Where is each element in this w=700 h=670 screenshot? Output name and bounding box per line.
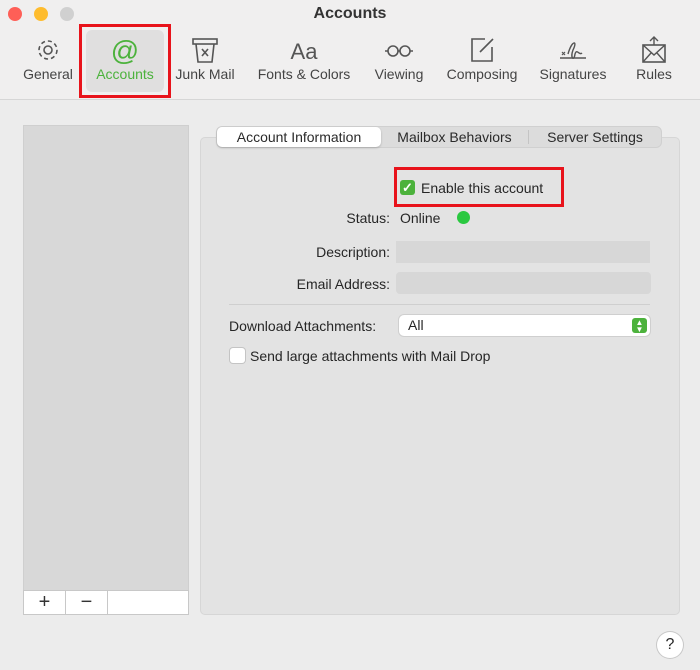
- status-online-icon: [457, 211, 470, 224]
- description-field[interactable]: [396, 241, 650, 263]
- download-attachments-label: Download Attachments:: [229, 318, 377, 334]
- tab-account-information[interactable]: Account Information: [217, 127, 381, 147]
- window-title: Accounts: [313, 5, 387, 22]
- junk-bin-icon: [192, 38, 218, 63]
- toolbar-rules[interactable]: Rules: [626, 30, 682, 92]
- status-value: Online: [400, 210, 441, 226]
- toolbar-junk-mail[interactable]: Junk Mail: [170, 30, 240, 92]
- chevron-updown-icon: ▲ ▼: [632, 318, 647, 334]
- email-label: Email Address:: [296, 276, 390, 292]
- tab-server-settings[interactable]: Server Settings: [529, 127, 661, 147]
- toolbar-signatures[interactable]: Signatures: [532, 30, 614, 92]
- glasses-icon: [385, 45, 413, 57]
- remove-account-button[interactable]: −: [66, 591, 108, 614]
- status-label: Status:: [346, 210, 390, 226]
- add-account-button[interactable]: +: [24, 591, 66, 614]
- font-icon: Aa: [291, 39, 319, 64]
- toolbar-viewing[interactable]: Viewing: [368, 30, 430, 92]
- account-panel: [200, 137, 680, 615]
- svg-text:Aa: Aa: [291, 39, 319, 64]
- account-list-buttons: + −: [23, 590, 189, 615]
- highlight-box: [79, 24, 171, 98]
- email-field[interactable]: [396, 272, 651, 294]
- compose-icon: [471, 38, 494, 62]
- tab-bar: Account Information Mailbox Behaviors Se…: [216, 126, 662, 148]
- toolbar-fonts-colors[interactable]: Aa Fonts & Colors: [250, 30, 358, 92]
- mail-drop-checkbox[interactable]: [230, 348, 245, 363]
- mail-drop-label: Send large attachments with Mail Drop: [250, 348, 491, 364]
- tab-mailbox-behaviors[interactable]: Mailbox Behaviors: [381, 130, 529, 144]
- description-label: Description:: [316, 244, 390, 260]
- highlight-box: [394, 167, 564, 207]
- divider: [229, 304, 650, 305]
- download-attachments-select[interactable]: All ▲ ▼: [399, 315, 650, 336]
- gear-icon: [38, 40, 58, 60]
- rules-envelope-icon: [642, 36, 666, 63]
- accounts-list[interactable]: [23, 125, 189, 591]
- toolbar-general[interactable]: General: [18, 30, 78, 92]
- toolbar-composing[interactable]: Composing: [440, 30, 524, 92]
- signature-icon: [560, 42, 586, 60]
- download-attachments-value: All: [408, 317, 424, 333]
- help-button[interactable]: ?: [657, 632, 683, 658]
